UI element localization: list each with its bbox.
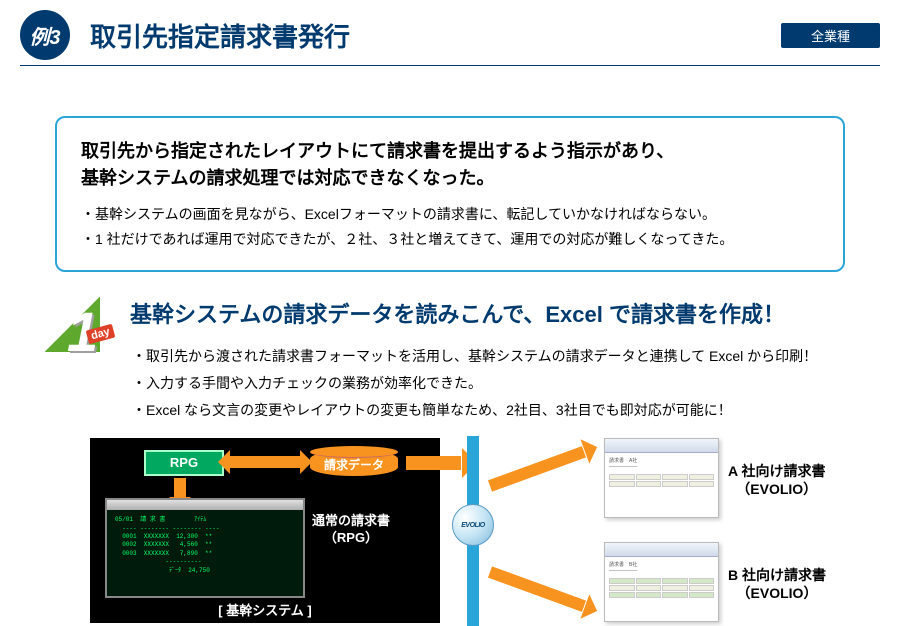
data-cylinder: 請求データ [310, 446, 398, 480]
terminal-content: 05/01 請 求 書 ｱｲﾃﾑ ---- -------- -------- … [107, 510, 303, 581]
arrow-right-icon [406, 456, 461, 470]
excel-ribbon-b [605, 543, 718, 557]
excel-doc-a: 請求書 A社──────── [604, 438, 719, 518]
solution-heading: 基幹システムの請求データを読みこんで、Excel で請求書を作成！ [130, 297, 880, 329]
problem-bullets: ・基幹システムの画面を見ながら、Excelフォーマットの請求書に、転記していかな… [81, 202, 819, 252]
rpg-label-line2: （RPG） [324, 530, 378, 545]
excel-body-b: 請求書 B社──────── [605, 557, 718, 602]
problem-panel: 取引先から指定されたレイアウトにて請求書を提出するよう指示があり、 基幹システム… [55, 116, 845, 272]
system-diagram: RPG 請求データ 05/01 請 求 書 ｱｲﾃﾑ ---- --------… [90, 438, 860, 623]
problem-bullet-2: ・1 社だけであれば運用で対応できたが、２社、３社と増えてきて、運用での対応が難… [81, 227, 819, 252]
industry-tag: 全業種 [781, 23, 880, 48]
doc-b-line2: （EVOLIO） [737, 585, 818, 601]
solution-text: 基幹システムの請求データを読みこんで、Excel で請求書を作成！ ・取引先から… [130, 297, 880, 423]
problem-heading: 取引先から指定されたレイアウトにて請求書を提出するよう指示があり、 基幹システム… [81, 138, 819, 192]
core-system-panel: RPG 請求データ 05/01 請 求 書 ｱｲﾃﾑ ---- --------… [90, 438, 440, 623]
doc-b-label: B 社向け請求書 （EVOLIO） [728, 566, 826, 602]
core-system-label: [ 基幹システム ] [90, 600, 440, 619]
terminal-titlebar [107, 500, 303, 510]
evolio-label: EVOLIO [461, 522, 484, 529]
arrow-bidirectional-icon [230, 456, 300, 468]
problem-bullet-1: ・基幹システムの画面を見ながら、Excelフォーマットの請求書に、転記していかな… [81, 202, 819, 227]
excel-doc-b: 請求書 B社──────── [604, 542, 719, 622]
arrow-branch-down-icon [488, 567, 586, 612]
evolio-node: EVOLIO [452, 504, 494, 546]
solution-bullets: ・取引先から渡された請求書フォーマットを活用し、基幹システムの請求データと連携し… [130, 343, 880, 423]
page-header: 例3 取引先指定請求書発行 全業種 [0, 0, 900, 60]
solution-bullet-1: ・取引先から渡された請求書フォーマットを活用し、基幹システムの請求データと連携し… [132, 343, 880, 370]
solution-bullet-2: ・入力する手間や入力チェックの業務が効率化できた。 [132, 370, 880, 397]
rpg-node: RPG [144, 450, 224, 476]
doc-a-line1: A 社向け請求書 [728, 463, 825, 479]
page-title: 取引先指定請求書発行 [90, 17, 781, 54]
doc-a-line2: （EVOLIO） [736, 481, 817, 497]
cylinder-label: 請求データ [310, 456, 398, 473]
example-number-badge: 例3 [20, 10, 70, 60]
excel-body-a: 請求書 A社──────── [605, 453, 718, 491]
dev-period-badge: 開発期間 1 day [45, 297, 130, 367]
arrow-down-icon [174, 478, 186, 498]
terminal-screenshot: 05/01 請 求 書 ｱｲﾃﾑ ---- -------- -------- … [105, 498, 305, 598]
doc-a-label: A 社向け請求書 （EVOLIO） [728, 462, 825, 498]
arrow-branch-up-icon [488, 446, 586, 491]
rpg-screenshot-label: 通常の請求書 （RPG） [312, 513, 390, 547]
header-divider [20, 65, 880, 66]
solution-bullet-3: ・Excel なら文言の変更やレイアウトの変更も簡単なため、2社目、3社目でも即… [132, 397, 880, 424]
problem-heading-line1: 取引先から指定されたレイアウトにて請求書を提出するよう指示があり、 [81, 141, 674, 161]
excel-ribbon-a [605, 439, 718, 453]
solution-section: 開発期間 1 day 基幹システムの請求データを読みこんで、Excel で請求書… [45, 297, 880, 423]
rpg-label-line1: 通常の請求書 [312, 513, 390, 528]
doc-b-line1: B 社向け請求書 [728, 567, 826, 583]
problem-heading-line2: 基幹システムの請求処理では対応できなくなった。 [81, 168, 494, 188]
